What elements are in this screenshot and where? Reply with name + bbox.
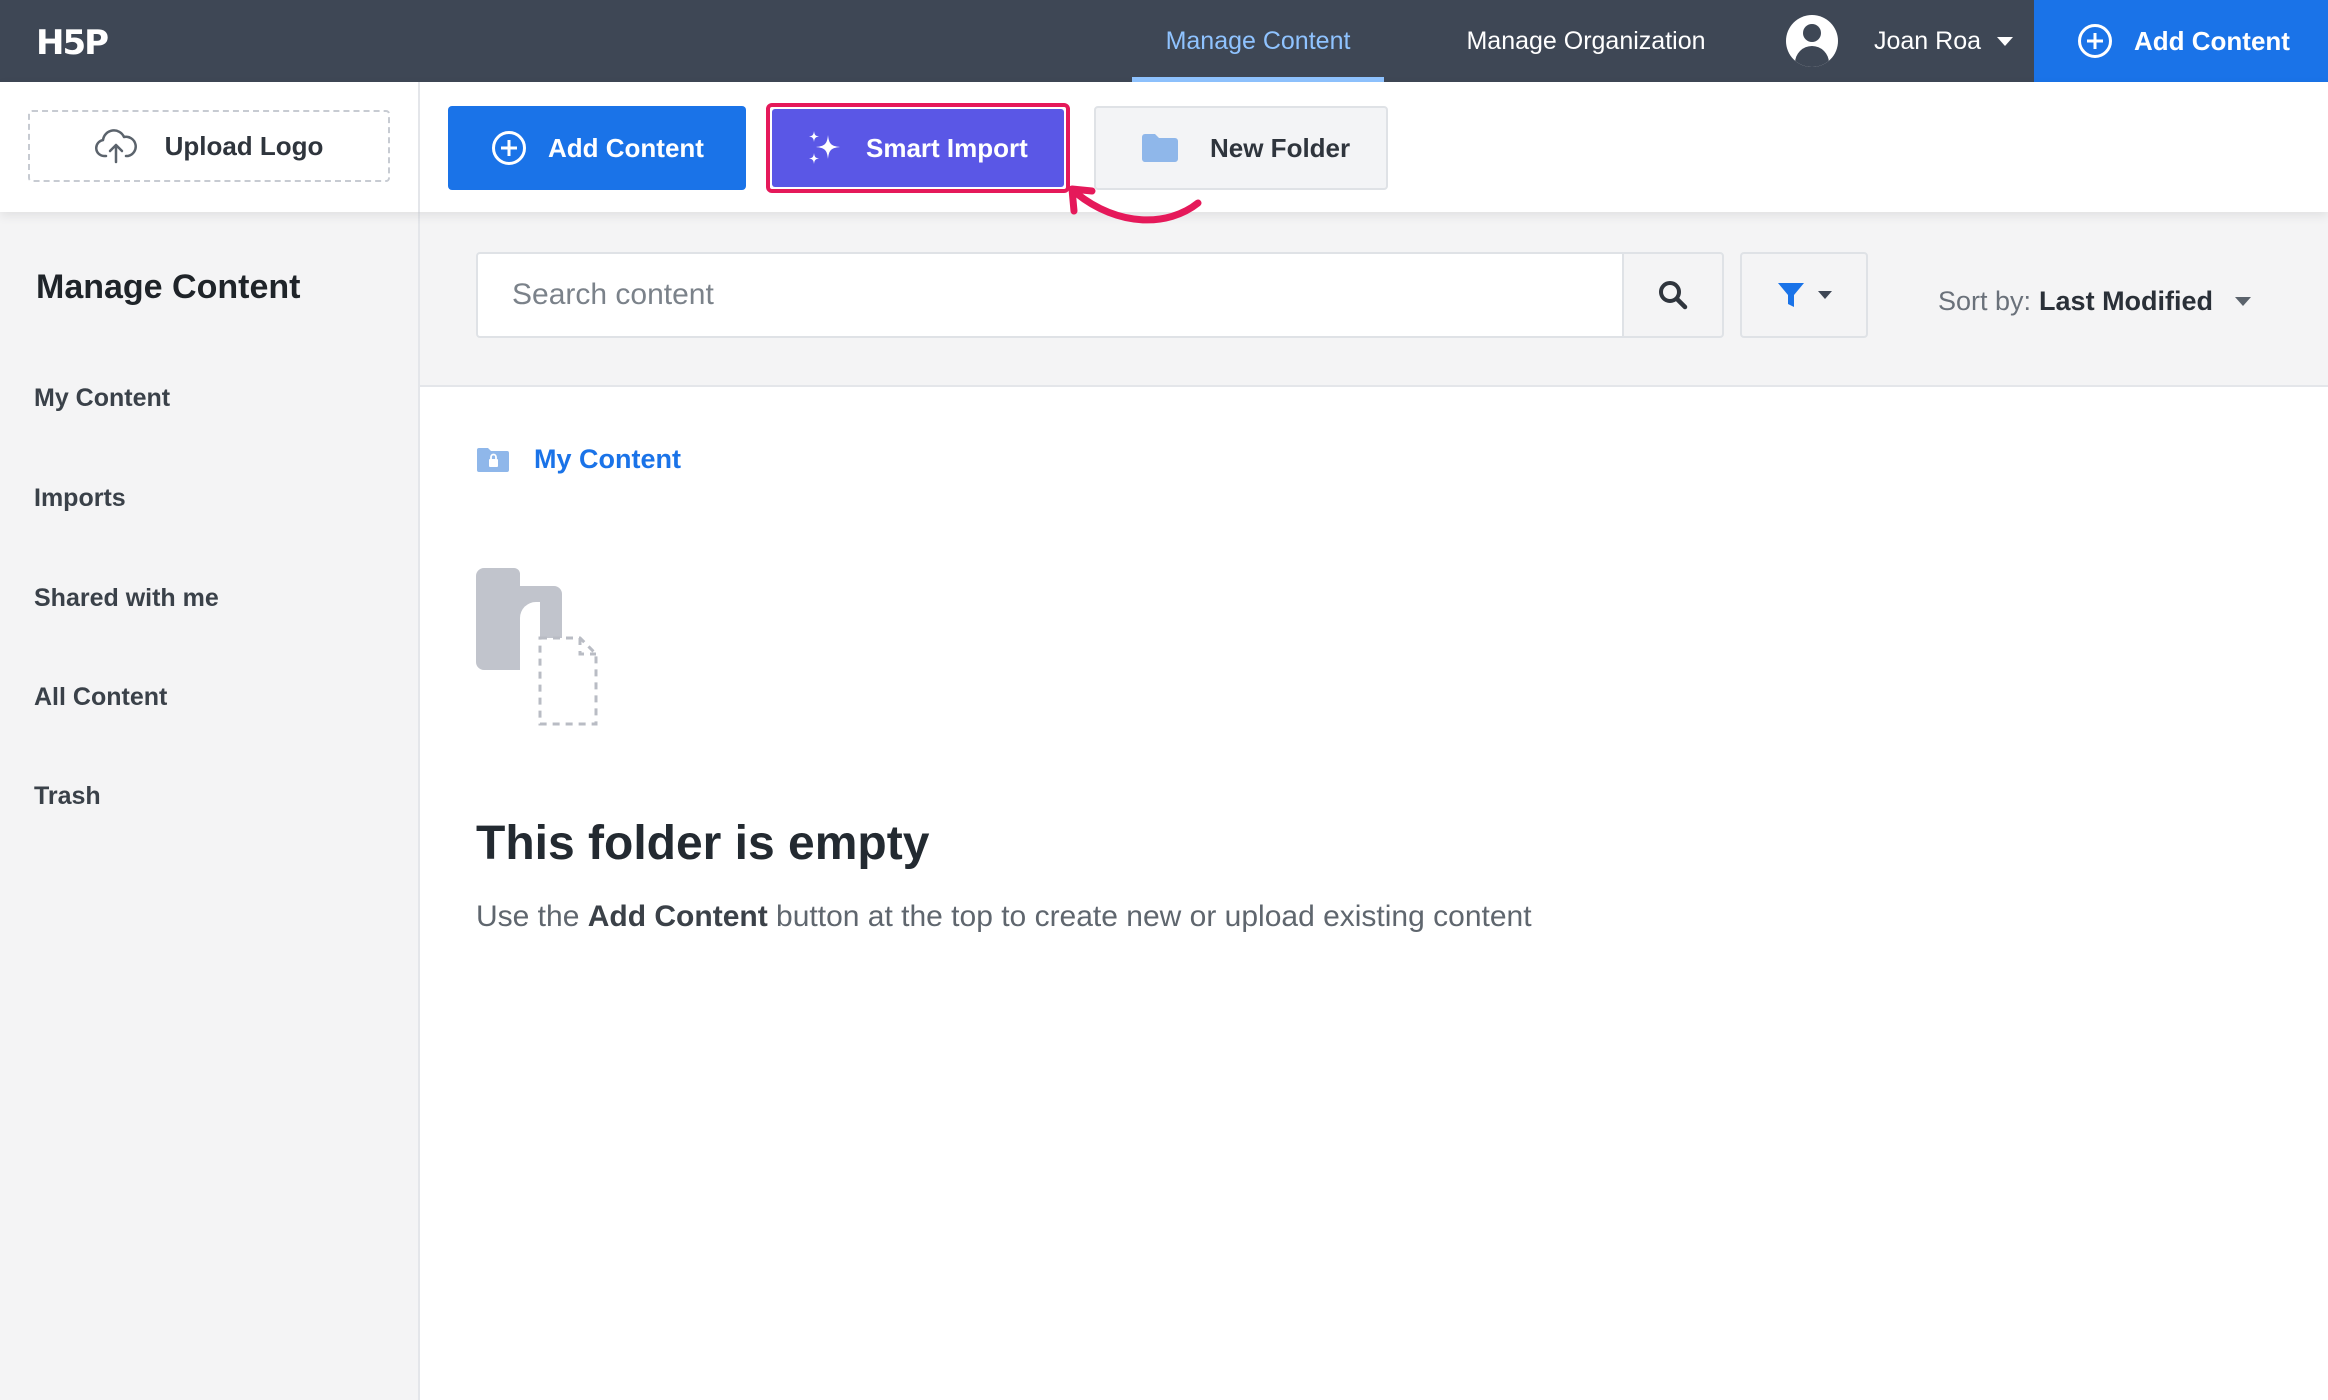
filter-icon [1778,283,1804,307]
toolbar-divider [418,82,420,212]
upload-logo-button[interactable]: Upload Logo [28,110,390,182]
sidebar-item-shared-with-me[interactable]: Shared with me [34,584,219,613]
empty-state-title: This folder is empty [476,817,930,870]
top-add-content-button[interactable]: Add Content [2034,0,2328,82]
caret-down-icon [1997,36,2014,46]
top-navigation-bar: H5P Manage Content Manage Organization J… [0,0,2328,82]
new-folder-label: New Folder [1210,132,1351,163]
caret-down-icon [2235,297,2252,306]
sidebar-item-my-content[interactable]: My Content [34,384,170,413]
sparkle-icon [809,131,840,164]
sort-prefix: Sort by: [1938,286,2032,316]
sort-value: Last Modified [2039,286,2214,316]
upload-logo-label: Upload Logo [164,130,324,161]
user-avatar-icon [1786,15,1838,67]
search-input[interactable]: Search content [476,252,1642,338]
search-icon [1659,281,1688,310]
smart-import-label: Smart Import [866,132,1028,163]
empty-folder-icon [476,568,598,726]
svg-text:H5P: H5P [36,23,108,60]
empty-desc-before: Use the [476,900,588,933]
sort-dropdown[interactable]: Sort by: Last Modified [1938,286,2252,317]
add-content-button[interactable]: Add Content [448,106,746,190]
breadcrumb: My Content [476,444,681,475]
caret-down-icon [1818,291,1832,299]
empty-state-description: Use the Add Content button at the top to… [476,900,1532,934]
tab-manage-content-label: Manage Content [1165,26,1351,55]
tab-manage-content[interactable]: Manage Content [1132,0,1384,82]
top-add-content-label: Add Content [2134,25,2290,56]
smart-import-button[interactable]: Smart Import [772,109,1064,187]
sidebar-item-all-content[interactable]: All Content [34,683,167,712]
cloud-upload-icon [94,129,137,164]
empty-desc-after: button at the top to create new or uploa… [767,900,1532,933]
sidebar-title: Manage Content [36,268,301,306]
search-button[interactable] [1622,252,1724,338]
sidebar: Manage Content My Content Imports Shared… [0,212,420,1400]
sidebar-item-trash[interactable]: Trash [34,782,101,811]
plus-circle-icon [2078,24,2112,58]
folder-icon [1142,134,1178,162]
annotation-arrow [1068,185,1202,224]
empty-desc-strong: Add Content [587,900,768,933]
tab-manage-organization-label: Manage Organization [1466,26,1706,55]
plus-circle-icon [492,131,526,165]
user-name: Joan Roa [1874,26,1982,55]
add-content-label: Add Content [548,132,704,163]
search-placeholder: Search content [512,278,714,311]
breadcrumb-my-content[interactable]: My Content [534,444,681,475]
search-bar-row: Search content Sort by: Last Modified [420,212,2328,387]
sidebar-item-imports[interactable]: Imports [34,484,126,513]
folder-lock-icon [477,447,509,472]
h5p-logo-icon: H5P [36,23,108,60]
h5p-logo[interactable]: H5P [36,22,108,60]
filter-button[interactable] [1740,252,1868,338]
user-menu[interactable]: Joan Roa [1786,14,2014,68]
tab-manage-organization[interactable]: Manage Organization [1430,0,1742,82]
